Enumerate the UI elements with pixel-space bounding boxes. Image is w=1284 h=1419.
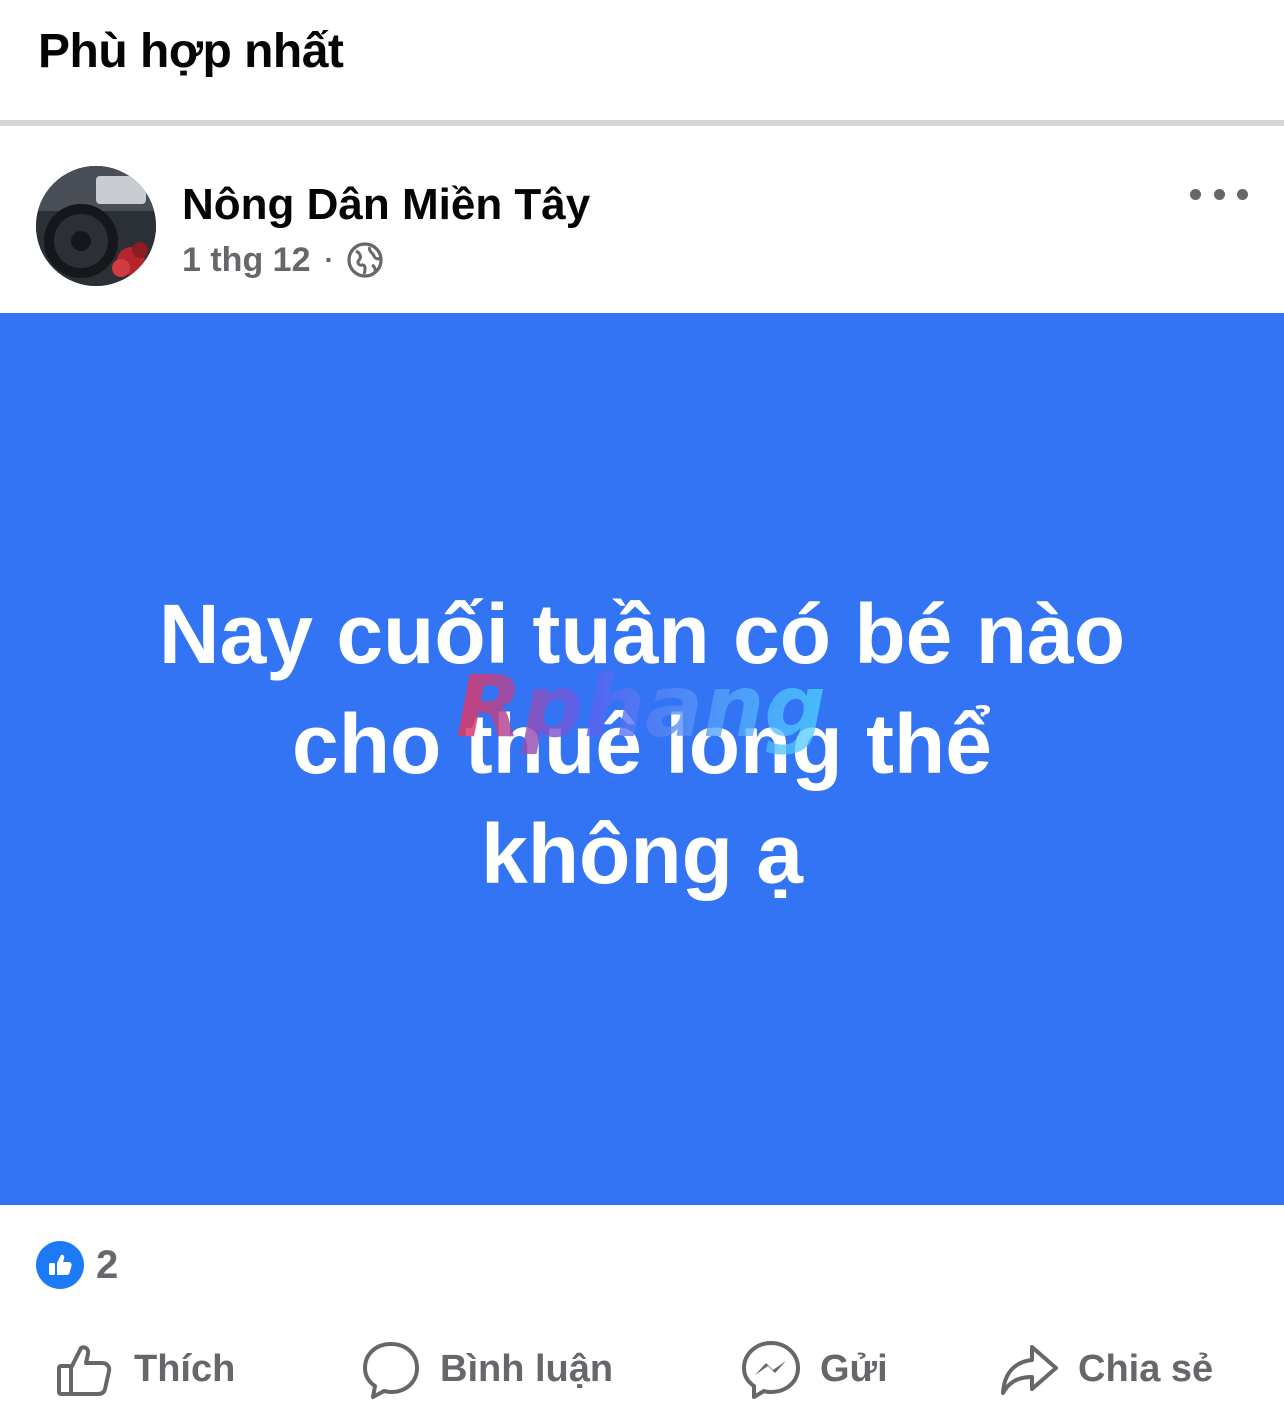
share-button[interactable]: Chia sẻ — [998, 1320, 1213, 1419]
more-dot — [1190, 188, 1201, 200]
like-label: Thích — [134, 1348, 236, 1390]
reactions-summary[interactable]: 2 — [36, 1240, 118, 1290]
like-badge-icon — [36, 1241, 84, 1289]
more-dot — [1213, 188, 1225, 200]
globe-icon — [346, 241, 384, 279]
watermark-text: Rphang — [456, 658, 826, 757]
sort-title[interactable]: Phù hợp nhất — [38, 24, 344, 79]
top-header: Phù hợp nhất — [0, 0, 1284, 120]
post-time[interactable]: 1 thg 12 — [182, 241, 310, 280]
comment-label: Bình luận — [440, 1348, 614, 1390]
post-header: Nông Dân Miền Tây 1 thg 12 · — [0, 126, 1284, 312]
meta-separator: · — [324, 244, 334, 275]
thumbs-up-icon — [57, 1344, 112, 1396]
share-label: Chia sẻ — [1078, 1348, 1214, 1390]
comment-bubble-icon — [363, 1341, 419, 1399]
like-button[interactable]: Thích — [54, 1320, 235, 1419]
post-author[interactable]: Nông Dân Miền Tây — [182, 180, 590, 230]
send-label: Gửi — [820, 1348, 888, 1390]
more-options-icon[interactable] — [1190, 182, 1248, 206]
action-bar: Thích Bình luận Gửi Chia sẻ — [0, 1320, 1284, 1419]
avatar[interactable] — [36, 166, 156, 286]
reaction-count: 2 — [96, 1242, 119, 1287]
post-background[interactable]: Nay cuối tuần có bé nào cho thuê long th… — [0, 313, 1284, 1205]
post-meta: 1 thg 12 · — [182, 240, 384, 280]
share-arrow-icon — [1001, 1344, 1058, 1395]
more-dot — [1237, 188, 1248, 200]
comment-button[interactable]: Bình luận — [360, 1320, 613, 1419]
watermark-logo: Rphang — [448, 657, 838, 758]
messenger-icon — [742, 1340, 800, 1399]
send-button[interactable]: Gửi — [740, 1320, 888, 1419]
